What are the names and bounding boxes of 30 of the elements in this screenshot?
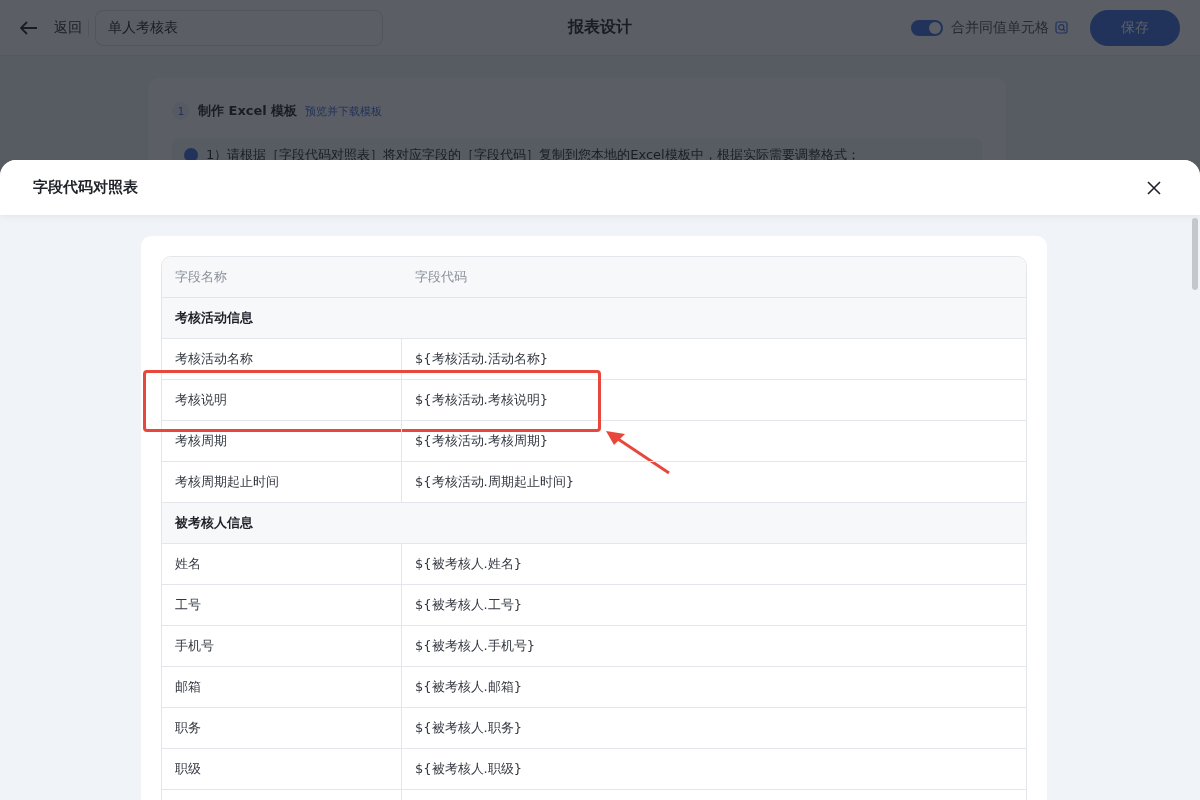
table-cell: 职务 [162,708,402,748]
table-cell: 考核活动名称 [162,339,402,379]
table-cell: 考核周期 [162,421,402,461]
table-cell: 考核说明 [162,380,402,420]
column-header: 字段代码 [414,268,468,286]
close-icon[interactable] [1147,180,1161,195]
table-cell-text: ${被考核人.工号} [414,596,522,614]
table-cell: 考核周期起止时间 [162,462,402,502]
table-cell-text: ${被考核人.职务} [414,719,522,737]
column-header: 字段名称 [174,268,228,286]
table-cell-text: ${考核活动.活动名称} [414,350,548,368]
table-cell: 邮箱 [162,667,402,707]
page-title: 报表设计 [568,17,632,38]
table-cell: 工号 [162,585,402,625]
table-cell-text: ${考核活动.考核周期} [414,432,548,450]
dialog-title: 字段代码对照表 [33,178,138,197]
table-cell: 职级 [162,749,402,789]
table-cell: 姓名 [162,544,402,584]
section-title: 考核活动信息 [174,309,253,327]
step-title: 制作 Excel 模板 [198,102,298,120]
table-cell: 手机号 [162,626,402,666]
table-cell-text: ${考核活动.周期起止时间} [414,473,574,491]
table-cell-text: ${考核活动.考核说明} [414,391,548,409]
table-cell-text: ${被考核人.职级} [414,760,522,778]
arrow [605,429,671,475]
section-title: 被考核人信息 [173,514,253,532]
table-cell-text: ${被考核人.手机号} [414,637,535,655]
table-cell-text: ${被考核人.邮箱} [414,678,522,696]
table-cell-text: ${被考核人.姓名} [414,555,522,573]
scrollbar[interactable] [1192,218,1198,290]
